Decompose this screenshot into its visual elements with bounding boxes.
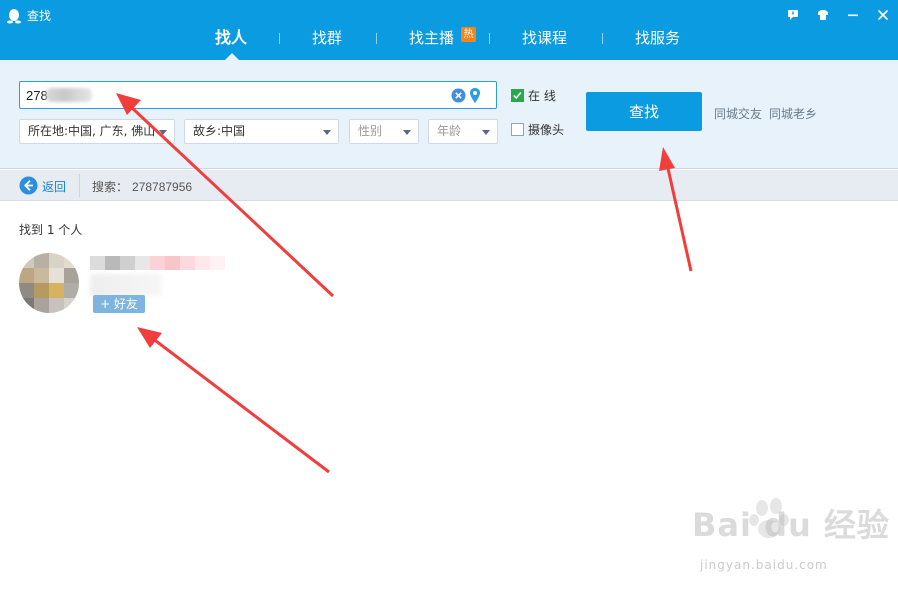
search-summary: 搜索： 278787956 xyxy=(92,178,192,195)
skin-button[interactable] xyxy=(808,4,838,26)
hometown-select[interactable]: 故乡:中国 xyxy=(184,119,339,144)
redacted-digits xyxy=(46,88,92,102)
result-toolbar: 返回 搜索： 278787956 xyxy=(0,170,898,201)
category-tabs: 找人 找群 找主播 热 找课程 找服务 xyxy=(0,24,898,60)
back-link[interactable]: 返回 xyxy=(42,178,66,195)
user-info-redacted xyxy=(90,274,162,296)
annotation-arrow xyxy=(137,327,330,474)
active-tab-indicator xyxy=(225,53,239,60)
age-select[interactable]: 年龄 xyxy=(428,119,498,144)
tab-find-courses[interactable]: 找课程 xyxy=(522,27,567,49)
camera-label: 摄像头 xyxy=(528,123,565,137)
location-pin-icon[interactable] xyxy=(469,87,481,104)
tab-find-people[interactable]: 找人 xyxy=(215,27,247,49)
tab-divider xyxy=(279,33,280,44)
found-count: 找到 1 个人 xyxy=(19,223,83,237)
minimize-button[interactable] xyxy=(838,4,868,26)
search-prefix: 搜索： xyxy=(92,180,129,194)
feedback-icon xyxy=(788,10,798,20)
toolbar-divider xyxy=(79,174,80,197)
search-panel: 所在地:中国, 广东, 佛山 故乡:中国 性别 年龄 在 线 摄像头 查找 同城… xyxy=(0,60,898,169)
local-friends-link[interactable]: 同城交友 xyxy=(714,105,762,122)
feedback-button[interactable] xyxy=(778,4,808,26)
location-value: 所在地:中国, 广东, 佛山 xyxy=(28,124,156,138)
tab-divider xyxy=(602,33,603,44)
search-box[interactable] xyxy=(19,81,497,109)
watermark-url: jingyan.baidu.com xyxy=(700,558,828,572)
chevron-down-icon xyxy=(159,130,167,135)
minimize-icon xyxy=(848,14,858,17)
avatar[interactable] xyxy=(19,253,79,313)
hot-badge: 热 xyxy=(461,27,476,42)
checkmark-icon xyxy=(513,92,522,100)
gender-value: 性别 xyxy=(358,124,383,138)
tab-find-streamers[interactable]: 找主播 xyxy=(409,27,454,49)
gender-select[interactable]: 性别 xyxy=(349,119,419,144)
age-value: 年龄 xyxy=(437,124,462,138)
hometown-value: 故乡:中国 xyxy=(193,124,246,138)
camera-checkbox[interactable] xyxy=(511,123,524,136)
window-title: 查找 xyxy=(27,9,52,23)
penguin-icon xyxy=(7,9,21,24)
close-button[interactable] xyxy=(868,4,898,26)
tab-find-services[interactable]: 找服务 xyxy=(635,27,680,49)
find-button[interactable]: 查找 xyxy=(586,92,702,131)
search-query-text: 278787956 xyxy=(132,180,193,194)
add-friend-button[interactable]: + 好友 xyxy=(93,295,145,313)
watermark-brand: Bai du 经验 xyxy=(692,506,890,544)
location-select[interactable]: 所在地:中国, 广东, 佛山 xyxy=(19,119,175,144)
title-bar: 查找 找人 找群 找主播 热 找课程 找服务 xyxy=(0,0,898,60)
close-icon xyxy=(877,9,889,21)
shirt-icon xyxy=(818,10,828,20)
online-checkbox[interactable] xyxy=(511,89,524,102)
clear-icon[interactable] xyxy=(451,88,466,103)
chevron-down-icon xyxy=(482,130,490,135)
chevron-down-icon xyxy=(403,130,411,135)
chevron-down-icon xyxy=(323,130,331,135)
nickname-redacted xyxy=(90,256,225,270)
tab-divider xyxy=(376,33,377,44)
hometown-friends-link[interactable]: 同城老乡 xyxy=(769,105,817,122)
back-arrow-icon[interactable] xyxy=(19,176,38,195)
tab-find-groups[interactable]: 找群 xyxy=(312,27,342,49)
online-label: 在 线 xyxy=(528,89,556,103)
tab-divider xyxy=(489,33,490,44)
